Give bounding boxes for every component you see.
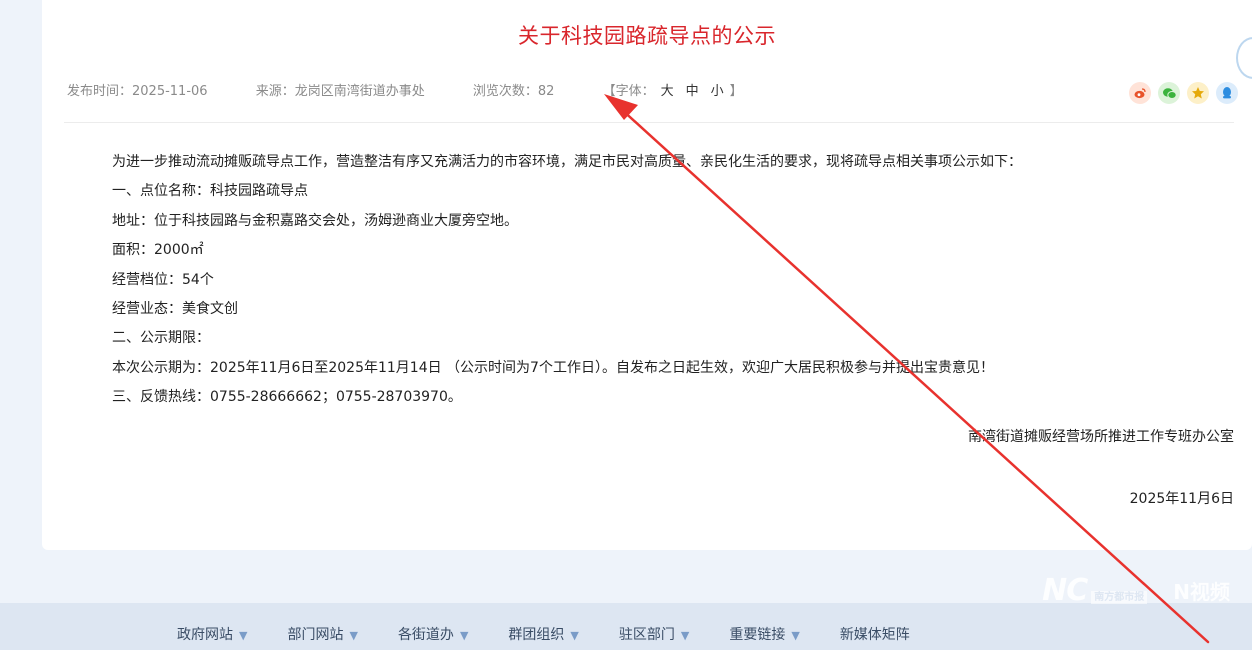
article-body: 为进一步推动流动摊贩疏导点工作，营造整洁有序又充满活力的市容环境，满足市民对高质… — [112, 148, 1234, 413]
footer-nav-street-offices[interactable]: 各街道办 ▼ — [398, 624, 468, 644]
footer-nav-bar: 政府网站 ▼ 部门网站 ▼ 各街道办 ▼ 群团组织 ▼ 驻区部门 ▼ 重要链接 ▼ 新媒体矩… — [0, 603, 1252, 650]
caret-down-icon: ▼ — [791, 629, 800, 642]
source-name: 龙岗区南湾街道办事处 — [294, 84, 425, 99]
paragraph-stalls: 经营档位：54个 — [112, 271, 214, 288]
article-title: 关于科技园路疏导点的公示 — [518, 24, 776, 48]
signature: 南湾街道摊贩经营场所推进工作专班办公室 — [968, 429, 1234, 445]
paragraph-address: 地址：位于科技园路与金积嘉路交会处，汤姆逊商业大厦旁空地。 — [112, 212, 518, 229]
source-info: 来源：龙岗区南湾街道办事处 — [255, 84, 425, 99]
footer-nav-important-links[interactable]: 重要链接 ▼ — [729, 624, 799, 644]
weibo-icon[interactable] — [1129, 82, 1151, 104]
publish-info: 发布时间：2025-11-06 — [67, 84, 208, 99]
article-card: 关于科技园路疏导点的公示 发布时间：2025-11-06 来源：龙岗区南湾街道办… — [42, 0, 1252, 550]
paragraph-location-name: 一、点位名称：科技园路疏导点 — [112, 183, 308, 200]
font-medium-button[interactable]: 中 — [686, 84, 699, 99]
paragraph-business-type: 经营业态：美食文创 — [112, 301, 238, 318]
favorite-star-icon[interactable] — [1187, 82, 1209, 104]
paragraph-period-heading: 二、公示期限： — [112, 330, 210, 347]
divider — [64, 122, 1234, 123]
font-small-button[interactable]: 小 — [711, 84, 724, 99]
nvideo-logo: N视频 — [1173, 580, 1230, 604]
paragraph-period: 本次公示期为：2025年11月6日至2025年11月14日 （公示时间为7个工作… — [112, 359, 994, 376]
font-large-button[interactable]: 大 — [661, 84, 674, 99]
sign-date: 2025年11月6日 — [1129, 491, 1234, 507]
publish-date: 2025-11-06 — [132, 84, 208, 99]
caret-down-icon: ▼ — [349, 629, 358, 642]
view-count: 浏览次数：82 — [472, 84, 555, 99]
footer-nav: 政府网站 ▼ 部门网站 ▼ 各街道办 ▼ 群团组织 ▼ 驻区部门 ▼ 重要链接 ▼ 新媒体矩… — [177, 624, 950, 644]
paragraph-intro: 为进一步推动流动摊贩疏导点工作，营造整洁有序又充满活力的市容环境，满足市民对高质… — [112, 154, 1022, 170]
footer-nav-new-media[interactable]: 新媒体矩阵 — [840, 624, 910, 644]
font-size-control: 【字体：大中小】 — [602, 84, 743, 99]
caret-down-icon: ▼ — [239, 629, 248, 642]
paragraph-hotline: 三、反馈热线：0755-28666662；0755-28703970。 — [112, 389, 462, 406]
footer-nav-gov-sites[interactable]: 政府网站 ▼ — [177, 624, 247, 644]
paragraph-area: 面积：2000㎡ — [112, 242, 204, 259]
view-count-value: 82 — [537, 84, 555, 99]
nc-logo: NC 南方都市报 — [1042, 573, 1148, 608]
watermark-logos: NC 南方都市报 N视频 — [1042, 573, 1230, 608]
footer-nav-dept-sites[interactable]: 部门网站 ▼ — [287, 624, 357, 644]
caret-down-icon: ▼ — [459, 629, 469, 642]
caret-down-icon: ▼ — [680, 629, 690, 642]
footer-nav-resident-depts[interactable]: 驻区部门 ▼ — [619, 624, 689, 644]
wechat-icon[interactable] — [1158, 82, 1180, 104]
footer-nav-groups[interactable]: 群团组织 ▼ — [508, 624, 578, 644]
share-bar — [1129, 82, 1238, 104]
article-meta: 发布时间：2025-11-06 来源：龙岗区南湾街道办事处 浏览次数：82 【字… — [67, 80, 743, 99]
qq-icon[interactable] — [1216, 82, 1238, 104]
caret-down-icon: ▼ — [570, 629, 579, 642]
